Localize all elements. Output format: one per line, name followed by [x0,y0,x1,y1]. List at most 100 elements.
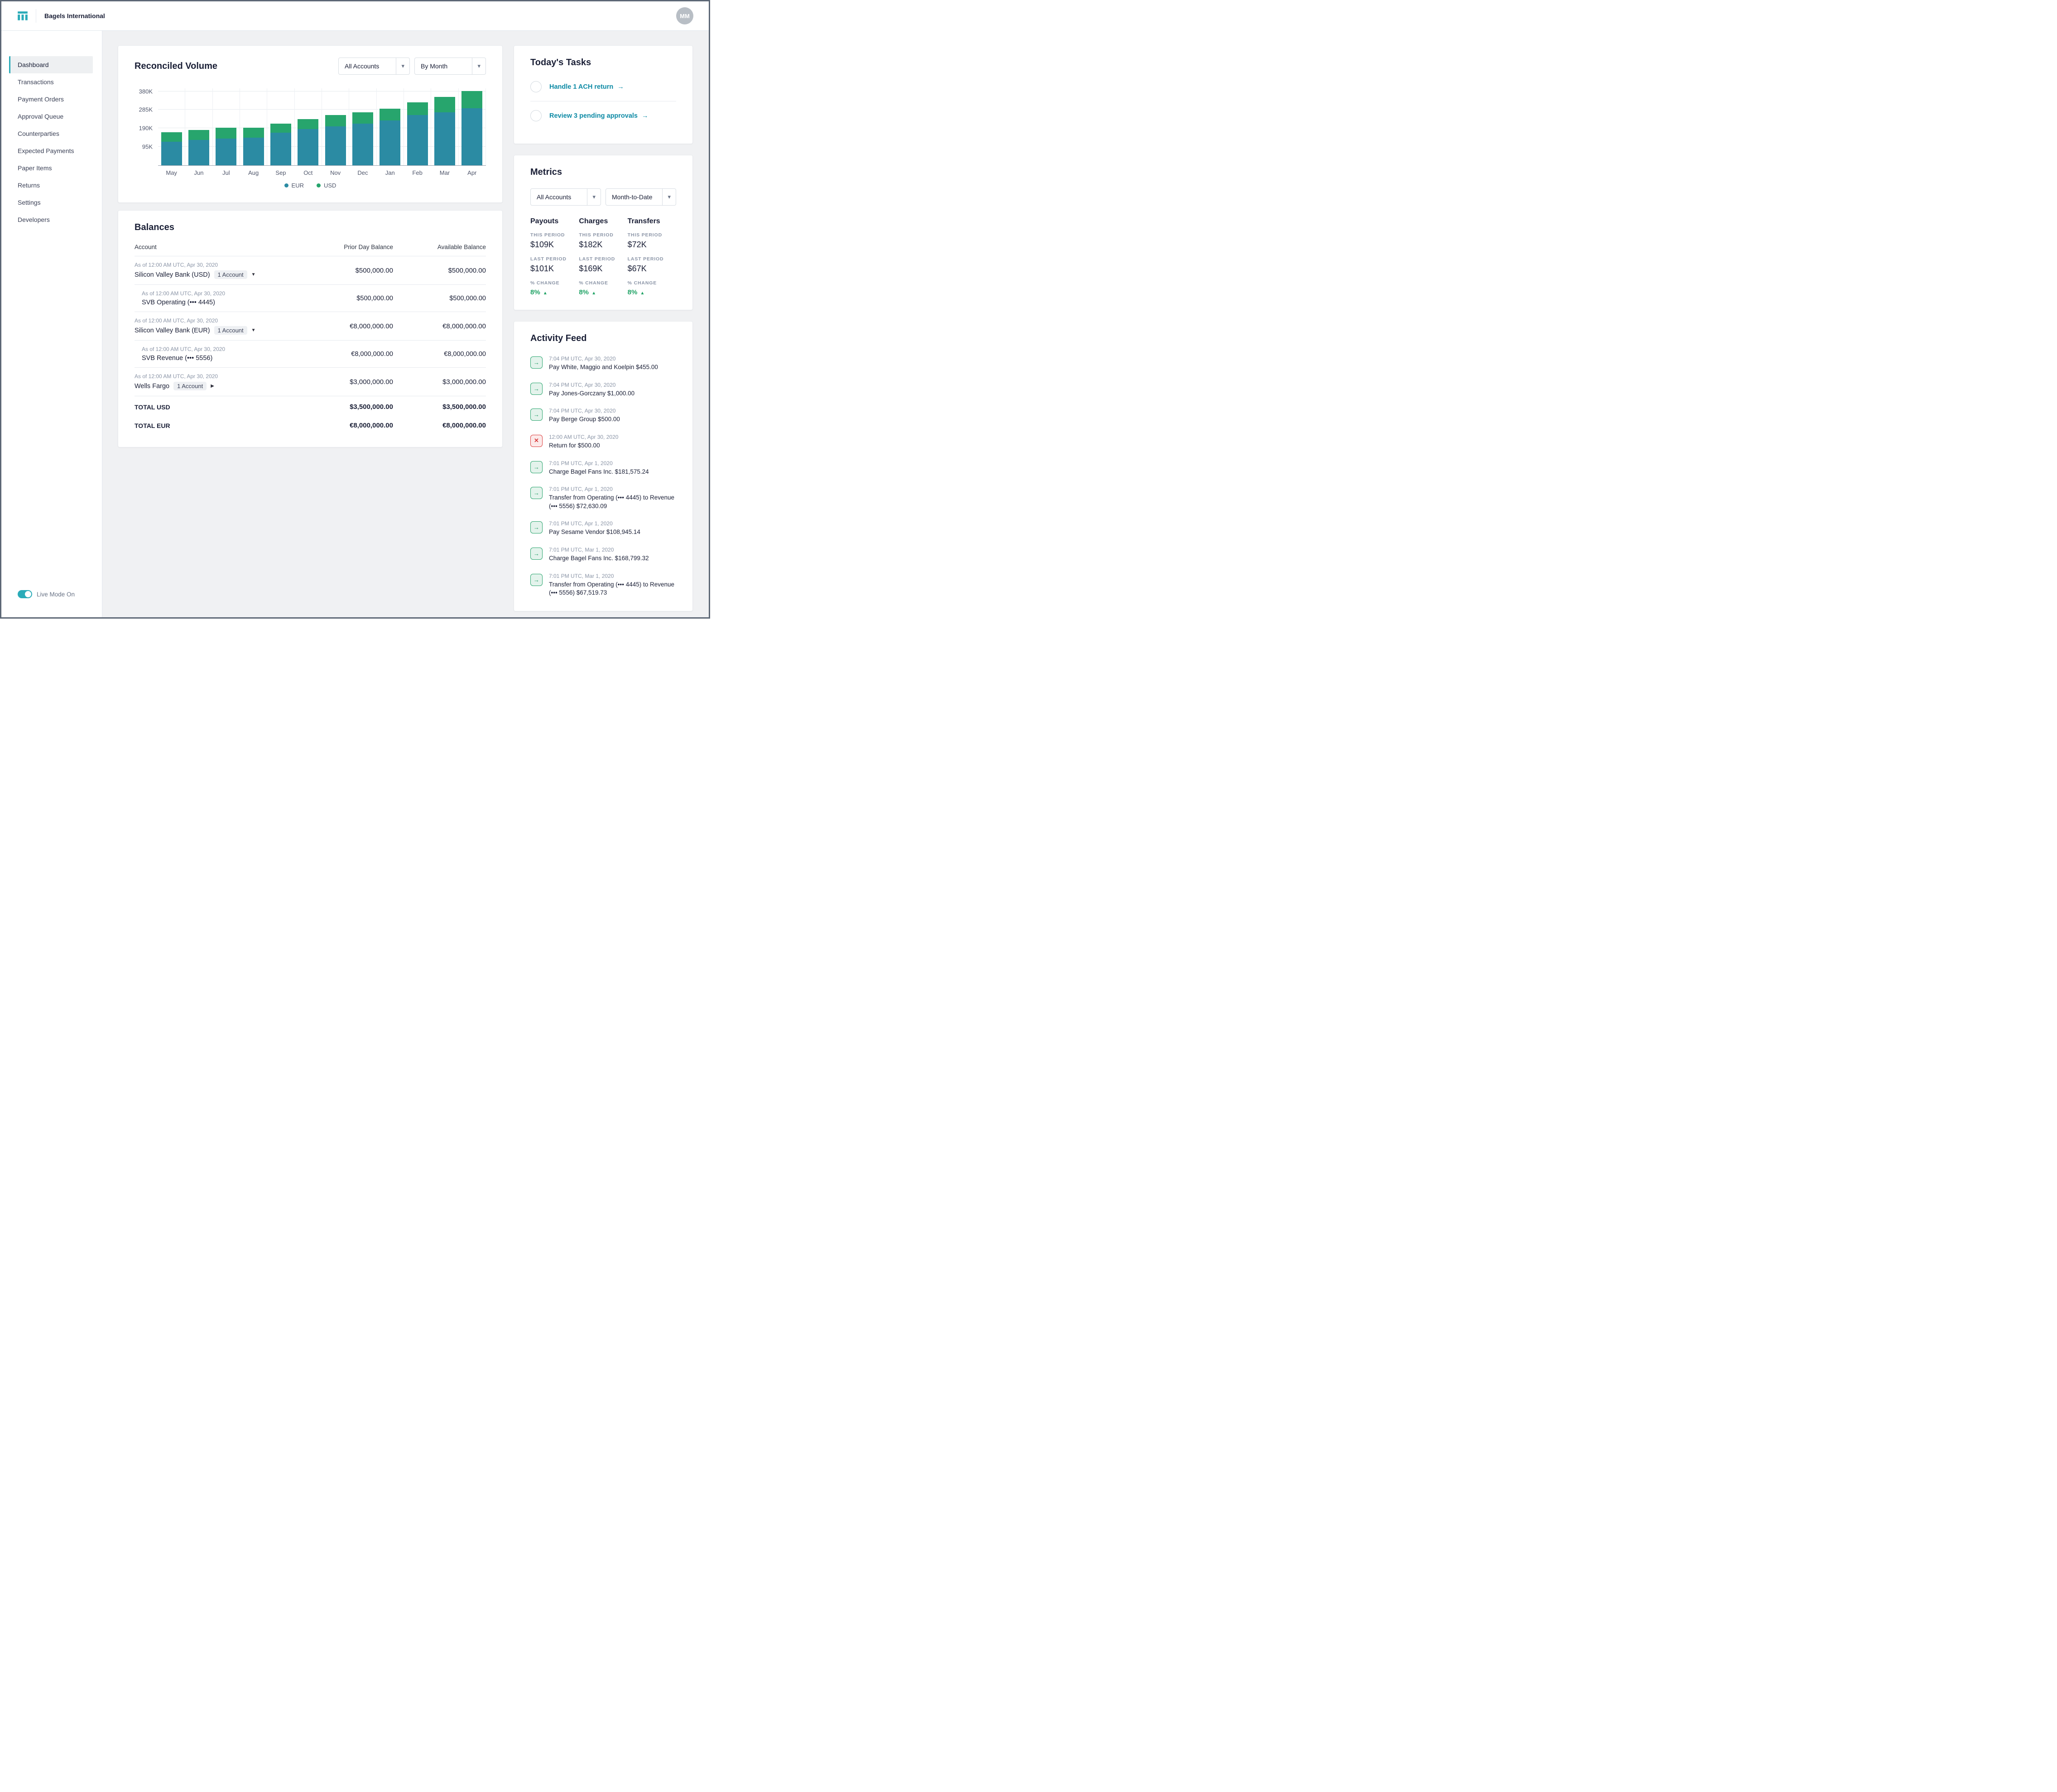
reconciled-volume-chart: 95K 190K 285K 380K May Jun Jul Aug Sep Oct Nov Dec J… [135,88,486,189]
account-cell: As of 12:00 AM UTC, Apr 30, 2020 SVB Oper… [135,290,303,306]
live-mode-toggle[interactable] [18,590,32,598]
accounts-filter-value: All Accounts [345,62,380,70]
metric-column-payouts: Payouts THIS PERIOD $109K LAST PERIOD $101K%… [530,217,579,296]
balances-column-header: Available Balance [437,244,486,250]
account-cell: TOTAL USD [135,404,303,411]
activity-text-block: 7:01 PM UTC, Mar 1, 2020 Charge Bagel Fan… [549,547,649,563]
account-name: TOTAL USD [135,403,170,411]
x-axis-label: Mar [439,169,450,176]
sidebar-item-counterparties[interactable]: Counterparties [9,125,93,142]
metric-name: Payouts [530,217,559,225]
activity-timestamp: 12:00 AM UTC, Apr 30, 2020 [549,433,619,440]
stacked-bar [434,97,455,165]
activity-item[interactable]: → 7:01 PM UTC, Apr 1, 2020 Pay Sesame Vend… [530,520,676,537]
chart-bar-slot: Sep [267,88,295,176]
period-filter-dropdown[interactable]: By Month ▾ [414,58,486,75]
company-logo-icon[interactable] [17,10,29,22]
bar-segment-usd [161,132,182,142]
stacked-bar [243,128,264,165]
activity-item[interactable]: → 7:01 PM UTC, Mar 1, 2020 Transfer from O… [530,573,676,597]
available-balance: $3,000,000.00 [442,378,486,386]
activity-item[interactable]: → 7:04 PM UTC, Apr 30, 2020 Pay Jones-Gorc… [530,382,676,398]
as-of-timestamp: As of 12:00 AM UTC, Apr 30, 2020 [135,262,218,268]
chart-bar-slot: Nov [322,88,350,176]
bar-segment-eur [352,123,373,165]
activity-timestamp: 7:01 PM UTC, Apr 1, 2020 [549,460,613,466]
balances-title: Balances [135,222,174,232]
sidebar-item-developers[interactable]: Developers [9,211,93,228]
bar-segment-usd [461,91,483,108]
chart-bar-slot: Jul [213,88,240,176]
chart-filters: All Accounts ▾ By Month ▾ [338,58,486,75]
stacked-bar [380,108,401,165]
account-count-badge[interactable]: 1 Account [173,382,207,390]
activity-item[interactable]: ✕ 12:00 AM UTC, Apr 30, 2020 Return for $5… [530,434,676,450]
y-axis-tick-label: 190K [139,125,153,132]
metric-row-label: LAST PERIOD [579,256,615,262]
metrics-period-dropdown[interactable]: Month-to-Date ▾ [606,188,676,206]
sidebar-item-expected-payments[interactable]: Expected Payments [9,142,93,159]
sidebar-item-returns[interactable]: Returns [9,177,93,194]
metric-change-value: 8% ▲ [627,288,645,296]
account-name: SVB Revenue (••• 5556) [142,355,213,362]
sidebar-item-approval-queue[interactable]: Approval Queue [9,108,93,125]
bar-segment-eur [270,132,291,165]
metrics-title: Metrics [530,167,562,177]
activity-item[interactable]: → 7:01 PM UTC, Mar 1, 2020 Charge Bagel Fa… [530,547,676,563]
accounts-filter-dropdown[interactable]: All Accounts ▾ [338,58,410,75]
account-count-badge[interactable]: 1 Account [214,270,247,279]
prior-day-balance: $500,000.00 [356,294,393,302]
bar-segment-usd [188,130,209,140]
sidebar-item-payment-orders[interactable]: Payment Orders [9,91,93,108]
payment-icon: → [530,382,543,395]
as-of-timestamp: As of 12:00 AM UTC, Apr 30, 2020 [135,373,218,380]
sidebar-item-paper-items[interactable]: Paper Items [9,159,93,177]
account-count-badge[interactable]: 1 Account [214,326,247,335]
activity-item[interactable]: → 7:04 PM UTC, Apr 30, 2020 Pay White, Mag… [530,356,676,372]
task-link[interactable]: Review 3 pending approvals → [549,112,649,120]
sidebar-item-transactions[interactable]: Transactions [9,73,93,91]
metrics-accounts-dropdown[interactable]: All Accounts ▾ [530,188,601,206]
metric-name: Transfers [627,217,660,225]
account-cell: As of 12:00 AM UTC, Apr 30, 2020 Silicon … [135,262,303,279]
account-name: Wells Fargo [135,382,170,390]
metric-last-period-value: $169K [579,264,603,273]
metrics-card: Metrics All Accounts ▾ Month-to-Date ▾ P… [514,155,693,310]
collapse-triangle-icon[interactable]: ▼ [251,272,256,277]
activity-item[interactable]: → 7:04 PM UTC, Apr 30, 2020 Pay Berge Grou… [530,408,676,424]
bar-segment-eur [434,112,455,165]
metric-row-label: % CHANGE [627,280,657,286]
activity-text-block: 12:00 AM UTC, Apr 30, 2020 Return for $50… [549,434,618,450]
bar-segment-eur [216,139,237,165]
activity-feed-card: Activity Feed → 7:04 PM UTC, Apr 30, 2020… [514,321,693,611]
task-checkbox[interactable] [530,81,542,92]
activity-item[interactable]: → 7:01 PM UTC, Apr 1, 2020 Transfer from O… [530,486,676,510]
account-name-line: SVB Operating (••• 4445) [142,299,303,306]
task-checkbox[interactable] [530,110,542,121]
activity-item[interactable]: → 7:01 PM UTC, Apr 1, 2020 Charge Bagel Fa… [530,460,676,476]
activity-description: Pay Jones-Gorczany $1,000.00 [549,389,635,397]
metric-this-period-value: $72K [627,240,647,249]
account-cell: As of 12:00 AM UTC, Apr 30, 2020 Silicon … [135,317,303,335]
task-link[interactable]: Handle 1 ACH return → [549,83,624,91]
expand-triangle-icon[interactable]: ▶ [211,384,214,389]
reconciled-volume-title: Reconciled Volume [135,61,218,71]
arrow-right-icon: → [642,112,649,120]
payment-icon: → [530,573,543,586]
top-bar: Bagels International MM [1,1,709,31]
as-of-timestamp: As of 12:00 AM UTC, Apr 30, 2020 [135,317,218,324]
activity-text-block: 7:01 PM UTC, Apr 1, 2020 Transfer from Op… [549,486,676,510]
arrow-up-icon: ▲ [543,291,548,296]
y-axis-tick-label: 380K [139,88,153,95]
avatar[interactable]: MM [676,7,693,24]
activity-timestamp: 7:04 PM UTC, Apr 30, 2020 [549,381,616,388]
account-name-line: Silicon Valley Bank (USD) 1 Account ▼ [135,270,303,279]
prior-day-balance: $500,000.00 [355,266,393,274]
balance-row: As of 12:00 AM UTC, Apr 30, 2020 SVB Oper… [135,285,486,312]
sidebar-item-settings[interactable]: Settings [9,194,93,211]
collapse-triangle-icon[interactable]: ▼ [251,328,256,333]
sidebar-item-dashboard[interactable]: Dashboard [9,56,93,73]
account-name-line: TOTAL EUR [135,422,303,429]
balance-row: TOTAL USD $3,500,000.00 $3,500,000.00 [135,396,486,415]
bar-segment-eur [298,129,319,165]
